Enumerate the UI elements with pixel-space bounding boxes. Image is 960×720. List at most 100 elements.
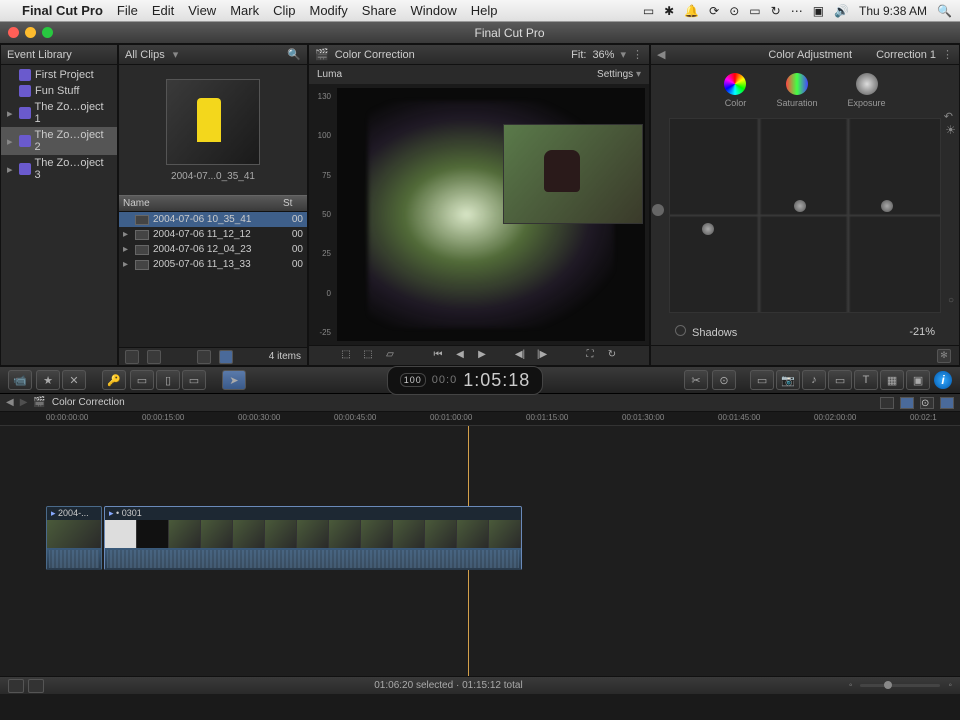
highlights-control-point[interactable] — [881, 200, 893, 212]
chevron-down-icon[interactable]: ▾ — [636, 69, 641, 80]
back-button[interactable]: ◀ — [657, 48, 671, 62]
clip-row[interactable]: ▸2004-07-06 12_04_2300 — [119, 242, 307, 257]
timeline-ruler[interactable]: 00:00:00:00 00:00:15:00 00:00:30:00 00:0… — [0, 412, 960, 426]
disclosure-arrow-icon[interactable]: ▸ — [7, 107, 15, 120]
disclosure-arrow-icon[interactable]: ▸ — [123, 259, 131, 270]
import-button[interactable]: 📹 — [8, 370, 32, 390]
timeline-appearance-button[interactable] — [940, 397, 954, 409]
disclosure-arrow-icon[interactable]: ▸ — [123, 244, 131, 255]
reject-button[interactable]: ✕ — [62, 370, 86, 390]
grid-view-button[interactable] — [219, 350, 233, 364]
menu-edit[interactable]: Edit — [152, 3, 174, 18]
timeline-clip-selected[interactable]: ▸ • 0301 — [104, 506, 522, 570]
media-button[interactable]: ▭ — [750, 370, 774, 390]
menubar-icon[interactable]: ▣ — [813, 4, 824, 18]
gear-icon[interactable] — [147, 350, 161, 364]
arrow-tool[interactable]: ➤ — [222, 370, 246, 390]
menu-clip[interactable]: Clip — [273, 3, 295, 18]
list-view-button[interactable] — [197, 350, 211, 364]
chevron-down-icon[interactable]: ▾ — [620, 48, 626, 61]
viewer-options-icon[interactable]: ⋮ — [632, 48, 643, 61]
favorite-button[interactable]: ★ — [36, 370, 60, 390]
menu-share[interactable]: Share — [362, 3, 397, 18]
snap-icon[interactable]: ◦ — [849, 680, 853, 691]
clip-row[interactable]: ▸2005-07-06 11_13_3300 — [119, 257, 307, 272]
timemachine-icon[interactable]: ↻ — [771, 4, 781, 18]
timeline-clip[interactable]: ▸ 2004-... — [46, 506, 102, 570]
scope-mode[interactable]: Luma — [317, 69, 342, 80]
crop-icon[interactable]: ⬚ — [360, 349, 376, 363]
connect-button[interactable]: ▭ — [130, 370, 154, 390]
zoom-button[interactable] — [42, 27, 53, 38]
column-name[interactable]: Name — [123, 198, 283, 209]
minimize-button[interactable] — [25, 27, 36, 38]
menubar-icon[interactable]: ▭ — [643, 4, 654, 18]
generators-button[interactable]: ▦ — [880, 370, 904, 390]
photos-button[interactable]: 📷 — [776, 370, 800, 390]
display-icon[interactable]: ▭ — [749, 4, 760, 18]
clip-row-selected[interactable]: 2004-07-06 10_35_4100 — [119, 212, 307, 227]
retime-button[interactable]: ⊙ — [712, 370, 736, 390]
prev-frame-icon[interactable]: ◀| — [512, 349, 528, 363]
exposure-curve-editor[interactable]: ☀ ○ — [669, 118, 941, 313]
history-back-icon[interactable]: ◀ — [6, 397, 14, 408]
menu-modify[interactable]: Modify — [310, 3, 348, 18]
transitions-button[interactable]: ▭ — [828, 370, 852, 390]
zoom-slider[interactable] — [860, 684, 940, 687]
correction-label[interactable]: Correction 1 — [876, 49, 936, 61]
menubar-icon[interactable]: ⊙ — [729, 4, 739, 18]
play-icon[interactable]: ▶ — [474, 349, 490, 363]
disclosure-arrow-icon[interactable]: ▸ — [7, 163, 15, 176]
menu-help[interactable]: Help — [471, 3, 498, 18]
disclosure-arrow-icon[interactable]: ▸ — [7, 135, 15, 148]
event-item[interactable]: First Project — [1, 67, 117, 83]
options-icon[interactable]: ⋮ — [942, 48, 953, 61]
loop-icon[interactable]: ↻ — [604, 349, 620, 363]
play-back-icon[interactable]: ◀ — [452, 349, 468, 363]
disclosure-arrow-icon[interactable]: ▸ — [123, 229, 131, 240]
inspector-toggle[interactable]: i — [934, 371, 952, 389]
volume-icon[interactable]: 🔊 — [834, 4, 849, 18]
close-button[interactable] — [8, 27, 19, 38]
fit-value[interactable]: 36% — [592, 49, 614, 61]
clip-thumbnail[interactable] — [166, 79, 260, 165]
tools-menu[interactable]: ✂ — [684, 370, 708, 390]
app-menu[interactable]: Final Cut Pro — [22, 3, 103, 18]
fullscreen-icon[interactable]: ⛶ — [582, 349, 598, 363]
all-clips-filter[interactable]: All Clips — [125, 49, 165, 61]
sync-icon[interactable]: ⟳ — [709, 4, 719, 18]
spotlight-icon[interactable]: 🔍 — [937, 4, 952, 18]
column-start[interactable]: St — [283, 198, 303, 209]
global-slider-handle[interactable] — [652, 204, 664, 216]
index-button[interactable] — [8, 679, 24, 693]
clock[interactable]: Thu 9:38 AM — [859, 4, 927, 18]
next-frame-icon[interactable]: |▶ — [534, 349, 550, 363]
timeline-index-button[interactable] — [880, 397, 894, 409]
search-icon[interactable]: 🔍 — [287, 48, 301, 61]
clip-row[interactable]: ▸2004-07-06 11_12_1200 — [119, 227, 307, 242]
zoom-in-icon[interactable]: ◦ — [948, 680, 952, 691]
saturation-tab[interactable]: Saturation — [776, 73, 817, 108]
event-item[interactable]: ▸The Zo…oject 3 — [1, 155, 117, 183]
timeline-options-button[interactable]: ⊙ — [920, 397, 934, 409]
timecode-display[interactable]: 100 00:01:05:18 — [387, 366, 544, 395]
tool-button[interactable]: ⬚ — [338, 349, 354, 363]
event-item-selected[interactable]: ▸The Zo…oject 2 — [1, 127, 117, 155]
menubar-icon[interactable]: ✱ — [664, 4, 674, 18]
music-button[interactable]: ♪ — [802, 370, 826, 390]
exposure-tab[interactable]: Exposure — [848, 73, 886, 108]
skimming-button[interactable] — [28, 679, 44, 693]
param-value[interactable]: -21% — [909, 326, 935, 338]
titles-button[interactable]: T — [854, 370, 878, 390]
gear-icon[interactable]: ✻ — [937, 349, 951, 363]
audio-waveform[interactable] — [47, 548, 101, 570]
append-button[interactable]: ▭ — [182, 370, 206, 390]
event-item[interactable]: ▸The Zo…oject 1 — [1, 99, 117, 127]
scope-settings[interactable]: Settings — [597, 69, 633, 80]
menu-mark[interactable]: Mark — [230, 3, 259, 18]
audio-waveform[interactable] — [105, 548, 521, 570]
menu-file[interactable]: File — [117, 3, 138, 18]
distort-icon[interactable]: ▱ — [382, 349, 398, 363]
keyword-button[interactable]: 🔑 — [102, 370, 126, 390]
timeline[interactable]: ▸ 2004-... ▸ • 0301 — [0, 426, 960, 676]
